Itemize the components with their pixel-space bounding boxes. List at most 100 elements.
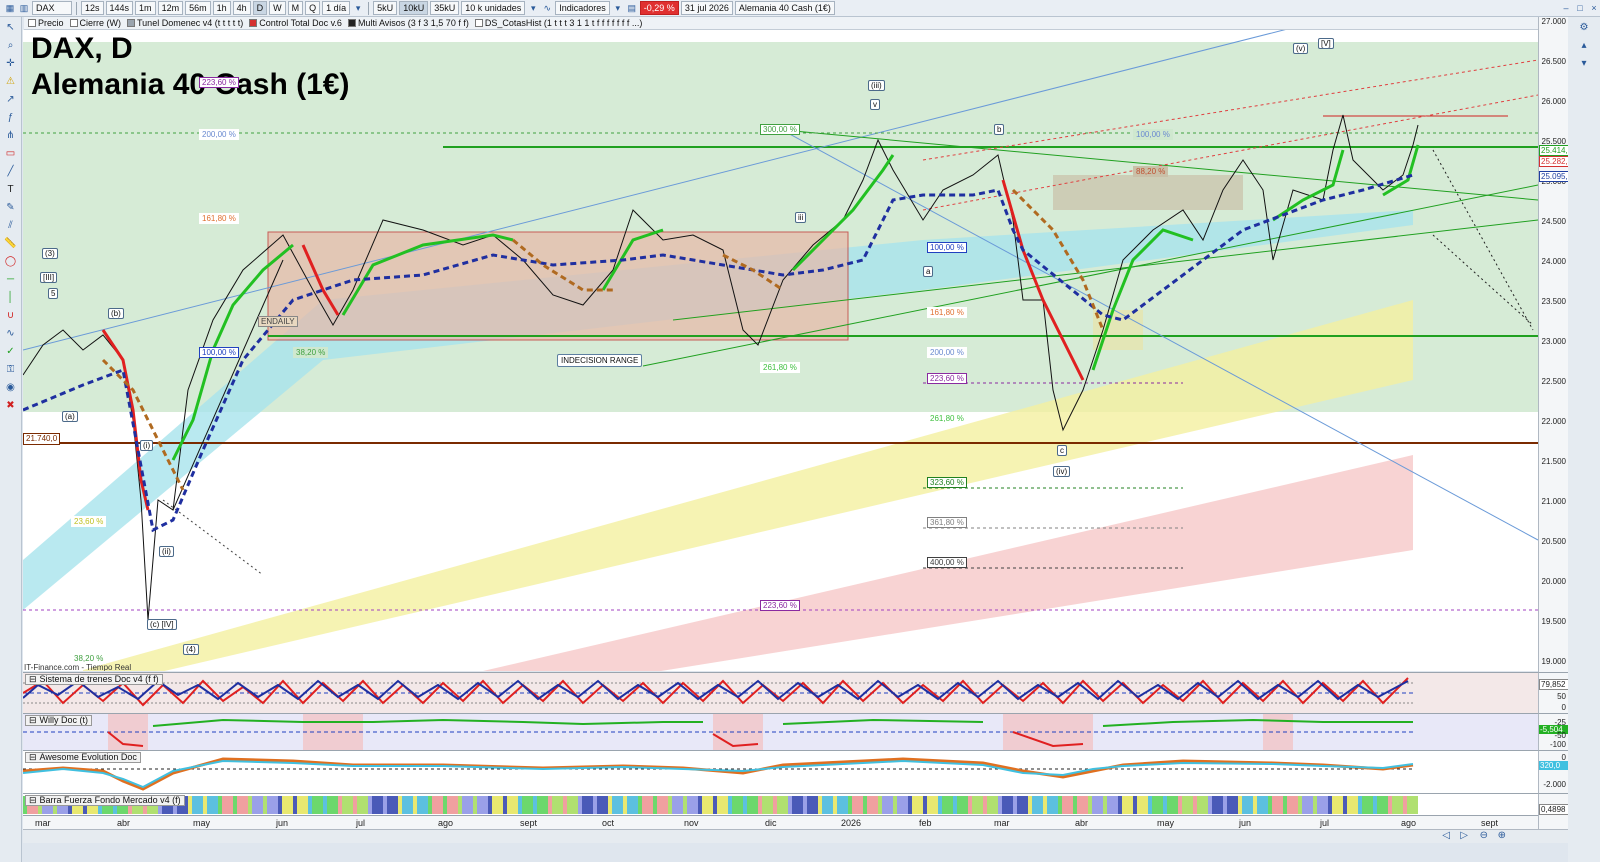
study-price[interactable]: Precio [28, 18, 64, 28]
maximize-icon[interactable]: □ [1574, 2, 1586, 14]
timeframe-button[interactable]: W [269, 1, 286, 15]
collapse-icon[interactable]: ⊟ [29, 796, 37, 805]
down-icon[interactable]: ▾ [1577, 57, 1591, 71]
study-control-total[interactable]: Control Total Doc v.6 [249, 18, 342, 28]
wave-label[interactable]: [V] [1318, 38, 1334, 49]
pitchfork-icon[interactable]: ⋔ [4, 129, 18, 143]
arrow-icon[interactable]: ↗ [4, 93, 18, 107]
wave-label[interactable]: (b) [108, 308, 124, 319]
study-close-weekly[interactable]: Cierre (W) [69, 18, 121, 28]
timeframe-button[interactable]: Q [305, 1, 321, 15]
wave-label[interactable]: c [1057, 445, 1067, 456]
pane-label[interactable]: ⊟ Awesome Evolution Doc [25, 752, 141, 763]
timeframe-button[interactable]: 1m [135, 1, 156, 15]
wave-label[interactable]: (4) [183, 644, 199, 655]
timeframe-button[interactable]: 1h [212, 1, 231, 15]
wave-label[interactable]: v [870, 99, 880, 110]
scroll-left-icon[interactable]: ◁ [1442, 830, 1450, 841]
lock-icon[interactable]: ⚿ [4, 363, 18, 377]
vline-icon[interactable]: │ [4, 291, 18, 305]
pane-label[interactable]: ⊟ Barra Fuerza Fondo Mercado v4 (f) [25, 795, 185, 806]
fib-label[interactable]: 261,80 % [760, 362, 800, 373]
fib-label[interactable]: 100,00 % [199, 347, 239, 358]
fib-label[interactable]: 200,00 % [927, 347, 967, 358]
timeframe-button[interactable]: 144s [105, 1, 134, 15]
indecision-range-label[interactable]: INDECISION RANGE [557, 354, 643, 367]
indicators-icon[interactable]: ∿ [541, 2, 553, 14]
bottom-scrollbar[interactable]: ◁ ▷ ⊖ ⊕ [23, 829, 1568, 843]
fib-label[interactable]: 361,80 % [927, 517, 967, 528]
chevron-down-icon[interactable]: ▾ [527, 2, 539, 14]
fib-label[interactable]: 223,60 % [927, 373, 967, 384]
crosshair-icon[interactable]: ✛ [4, 57, 18, 71]
pane-label[interactable]: ⊟ Willy Doc (t) [25, 715, 93, 726]
wave-label[interactable]: (iv) [1053, 466, 1071, 477]
trendline-icon[interactable]: ╱ [4, 165, 18, 179]
study-tunel[interactable]: Tunel Domenec v4 (t t t t t) [127, 18, 243, 28]
timeframe-button[interactable]: 56m [185, 1, 211, 15]
grey-range-box[interactable] [1053, 175, 1243, 210]
cursor-icon[interactable]: ↖ [4, 21, 18, 35]
rectangle-icon[interactable]: ▭ [4, 147, 18, 161]
timeframe-button[interactable]: 12s [81, 1, 104, 15]
barra-fuerza-axis[interactable]: 0,4898 [1538, 793, 1569, 815]
wave-label[interactable]: 5 [48, 288, 59, 299]
fib-label[interactable]: 223,60 % [760, 600, 800, 611]
eye-icon[interactable]: ◉ [4, 381, 18, 395]
willy-pane[interactable]: ⊟ Willy Doc (t) [23, 713, 1538, 750]
wave-label[interactable]: (v) [1293, 43, 1309, 54]
text-icon[interactable]: T [4, 183, 18, 197]
timeframe-button-active[interactable]: D [252, 1, 268, 15]
magnet-icon[interactable]: ∪ [4, 309, 18, 323]
zoom-in-icon[interactable]: ⊕ [1498, 830, 1506, 841]
unit-button[interactable]: 5kU [373, 1, 398, 15]
delete-icon[interactable]: ✖ [4, 399, 18, 413]
volume-select[interactable]: 10 k unidades [461, 1, 526, 15]
unit-button[interactable]: 35kU [430, 1, 460, 15]
wave-label[interactable]: (iii) [868, 80, 885, 91]
wave-label[interactable]: b [994, 124, 1005, 135]
wave-label[interactable]: (a) [62, 411, 78, 422]
collapse-icon[interactable]: ⊟ [29, 753, 37, 762]
collapse-icon[interactable]: ⊟ [29, 675, 37, 684]
check-icon[interactable]: ✓ [4, 345, 18, 359]
price-chart[interactable]: DAX, D Alemania 40 Cash (1€) IT-Finance.… [23, 30, 1538, 671]
wave-label[interactable]: (c) [IV] [147, 619, 177, 630]
channel-icon[interactable]: ⫽ [4, 219, 18, 233]
awesome-axis[interactable]: 0 320,0 -2.000 [1538, 750, 1569, 793]
hline-icon[interactable]: ─ [4, 273, 18, 287]
fib-icon[interactable]: ƒ [4, 111, 18, 125]
minimize-icon[interactable]: – [1560, 2, 1572, 14]
date-axis[interactable]: mar abr may jun jul ago sept oct nov dic… [23, 815, 1538, 829]
chevron-down-icon[interactable]: ▾ [612, 2, 624, 14]
pen-icon[interactable]: ✎ [4, 201, 18, 215]
chevron-down-icon[interactable]: ▾ [352, 2, 364, 14]
fib-label[interactable]: 161,80 % [199, 213, 239, 224]
wave-label[interactable]: a [923, 266, 934, 277]
fib-label[interactable]: 23,60 % [71, 516, 107, 527]
trenes-pane[interactable]: ⊟ Sistema de trenes Doc v4 (f f) [23, 672, 1538, 713]
zoom-out-icon[interactable]: ⊖ [1480, 830, 1488, 841]
fib-label[interactable]: 161,80 % [927, 307, 967, 318]
study-multi-avisos[interactable]: Multi Avisos (3 f 3 1,5 70 f f) [347, 18, 469, 28]
fib-label[interactable]: 200,00 % [199, 129, 239, 140]
study-cotas-hist[interactable]: DS_CotasHist (1 t t t 3 1 1 t f f f f f … [474, 18, 642, 28]
close-icon[interactable]: × [1588, 2, 1600, 14]
zoom-icon[interactable]: ⌕ [4, 39, 18, 53]
timeframe-button[interactable]: 12m [157, 1, 184, 15]
fib-label[interactable]: 400,00 % [927, 557, 967, 568]
indicators-button[interactable]: Indicadores [555, 1, 610, 15]
symbol-input[interactable]: DAX [32, 1, 72, 15]
fib-label[interactable]: 261,80 % [927, 413, 967, 424]
up-icon[interactable]: ▴ [1577, 39, 1591, 53]
fib-label[interactable]: 38,20 % [71, 653, 107, 664]
alert-icon[interactable]: ⚠ [4, 75, 18, 89]
chart-type-icon[interactable]: ▥ [18, 2, 30, 14]
barra-fuerza-pane[interactable]: ⊟ Barra Fuerza Fondo Mercado v4 (f) [23, 793, 1538, 815]
scroll-right-icon[interactable]: ▷ [1460, 830, 1468, 841]
wave-label[interactable]: [III] [40, 272, 58, 283]
unit-button-active[interactable]: 10kU [399, 1, 429, 15]
willy-axis[interactable]: -25 -5,504 -50 -100 [1538, 713, 1569, 750]
fib-label[interactable]: 323,60 % [927, 477, 967, 488]
settings-icon[interactable]: ⚙ [1577, 21, 1591, 35]
